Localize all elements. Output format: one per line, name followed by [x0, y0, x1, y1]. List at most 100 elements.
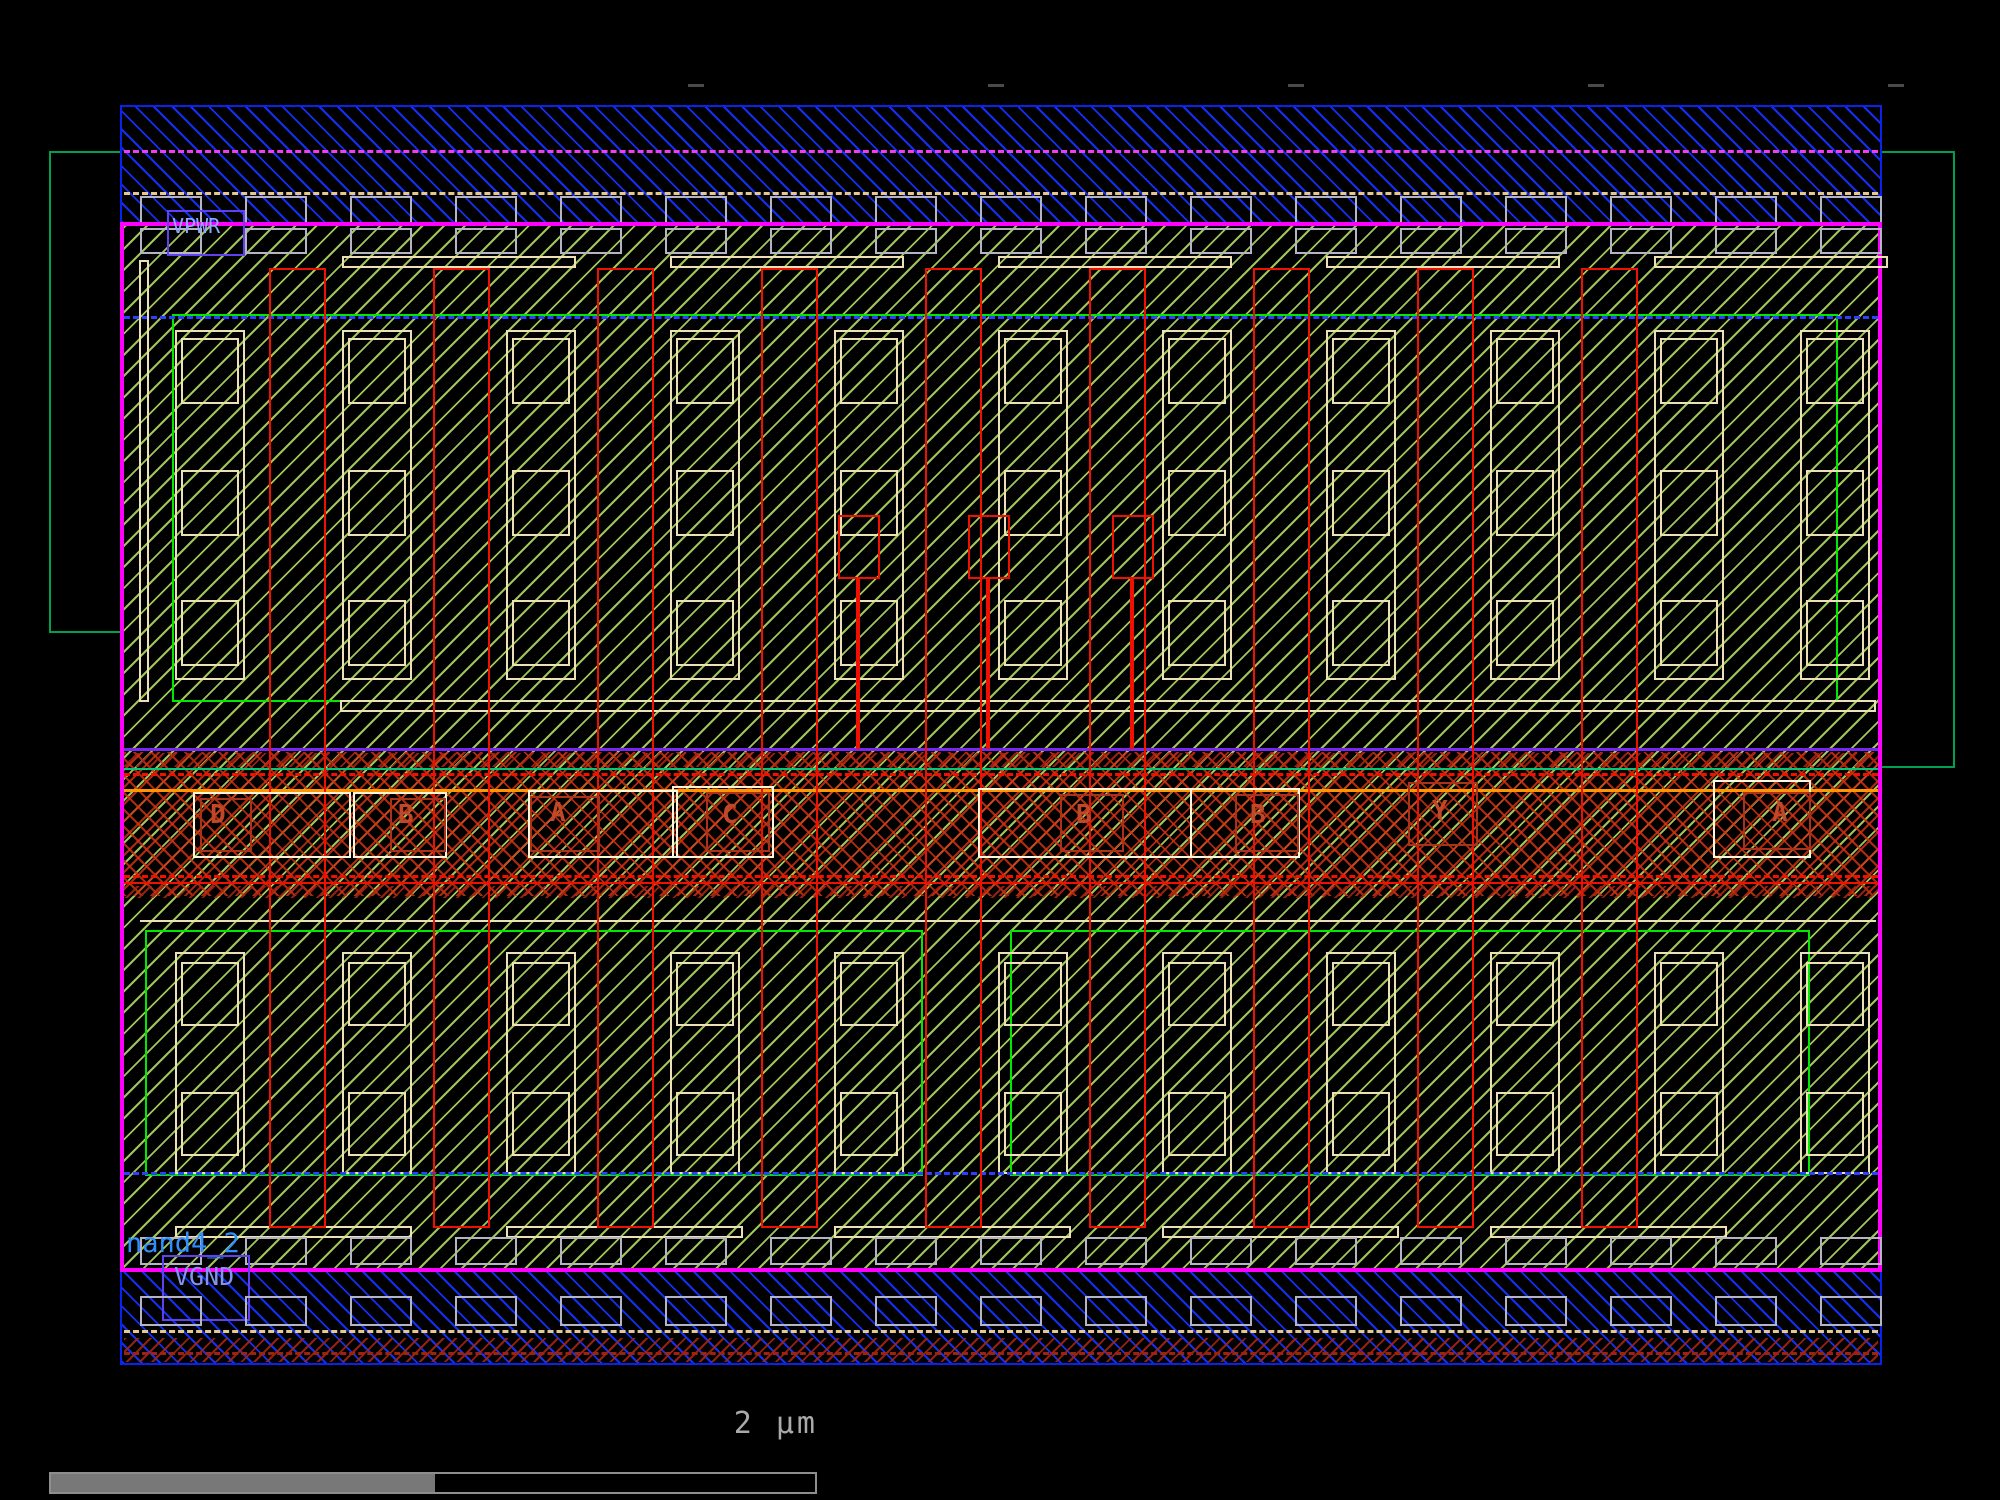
- contact-square-lower: [1660, 1092, 1718, 1156]
- tap-mark: [1112, 515, 1154, 579]
- contact-square-upper: [840, 338, 898, 404]
- poly-gate: [1089, 268, 1146, 1228]
- contact-square-lower: [512, 962, 570, 1026]
- pin-label-B: B: [398, 800, 414, 830]
- rail-dash-tan-top: [124, 192, 1878, 195]
- contact-square-upper: [348, 600, 406, 666]
- pin-box-inner: [1235, 794, 1299, 852]
- contact-row-top: [665, 228, 727, 254]
- tap-mark-stem: [1130, 579, 1134, 749]
- contact-row-top: [1190, 228, 1252, 254]
- contact-row-bottom: [1610, 1237, 1672, 1265]
- poly-gate: [761, 268, 818, 1228]
- contact-row-bottom: [1820, 1237, 1882, 1265]
- contact-row-bottom: [875, 1237, 937, 1265]
- contact-square-upper: [348, 338, 406, 404]
- rail-dash-darkred: [124, 1352, 1878, 1355]
- poly-gate: [597, 268, 654, 1228]
- contact-row-top: [1715, 228, 1777, 254]
- pin-box-inner: [200, 798, 252, 852]
- contact-square-lower: [840, 1092, 898, 1156]
- tap-mark: [838, 515, 880, 579]
- contact-row-bottom: [770, 1237, 832, 1265]
- contact-square-lower: [1496, 962, 1554, 1026]
- contact-square-lower: [348, 962, 406, 1026]
- contact-square-upper: [1660, 338, 1718, 404]
- via-row-bottom: [455, 1296, 517, 1326]
- contact-row-top: [875, 228, 937, 254]
- contact-square-upper: [1806, 338, 1864, 404]
- poly-gate: [1417, 268, 1474, 1228]
- contact-square-upper: [1806, 470, 1864, 536]
- contact-row-bottom: [980, 1237, 1042, 1265]
- poly-gate: [1253, 268, 1310, 1228]
- contact-square-lower: [1806, 962, 1864, 1026]
- via-row-bottom: [1190, 1296, 1252, 1326]
- contact-row-bottom: [455, 1237, 517, 1265]
- contact-square-lower: [1168, 1092, 1226, 1156]
- contact-square-upper: [1496, 600, 1554, 666]
- contact-square-upper: [1660, 470, 1718, 536]
- contact-row-top: [560, 228, 622, 254]
- pin-label-Y: Y: [1432, 796, 1448, 826]
- rail-dash-magenta-top: [124, 150, 1878, 153]
- poly-gate: [269, 268, 326, 1228]
- contact-row-top: [1505, 228, 1567, 254]
- contact-square-upper: [1496, 470, 1554, 536]
- contact-square-lower: [840, 962, 898, 1026]
- pin-label-C: C: [722, 800, 738, 830]
- contact-row-bottom: [1400, 1237, 1462, 1265]
- via-row-bottom: [1715, 1296, 1777, 1326]
- metal-top-bar: [1326, 256, 1560, 268]
- contact-square-upper: [1332, 470, 1390, 536]
- ruler-tick: [1588, 84, 1604, 87]
- contact-row-bottom: [350, 1237, 412, 1265]
- via-row-bottom: [1820, 1296, 1882, 1326]
- contact-square-upper: [676, 338, 734, 404]
- layout-canvas[interactable]: VPWR nand4_2 VGND 2 μm DBACBBYA: [0, 0, 2000, 1500]
- contact-row-bottom: [1190, 1237, 1252, 1265]
- metal-top-bar: [998, 256, 1232, 268]
- via-row-bottom: [350, 1296, 412, 1326]
- contact-square-upper: [1660, 600, 1718, 666]
- contact-square-upper: [181, 600, 239, 666]
- contact-row-bottom: [1085, 1237, 1147, 1265]
- via-row-bottom: [140, 1296, 202, 1326]
- contact-square-lower: [1004, 1092, 1062, 1156]
- contact-square-upper: [512, 470, 570, 536]
- contact-square-upper: [1332, 600, 1390, 666]
- contact-square-upper: [1004, 600, 1062, 666]
- tap-mark-stem: [986, 579, 990, 749]
- ruler-tick: [1288, 84, 1304, 87]
- via-row-bottom: [1505, 1296, 1567, 1326]
- contact-row-top: [1295, 228, 1357, 254]
- contact-square-upper: [512, 338, 570, 404]
- pin-label-D: D: [210, 800, 226, 830]
- contact-square-lower: [676, 962, 734, 1026]
- contact-row-top: [455, 228, 517, 254]
- cell-name-label: nand4_2: [126, 1228, 240, 1259]
- contact-square-upper: [1806, 600, 1864, 666]
- contact-row-top: [1610, 228, 1672, 254]
- contact-row-top: [350, 228, 412, 254]
- contact-square-lower: [1332, 1092, 1390, 1156]
- poly-gate: [1581, 268, 1638, 1228]
- tap-mark: [968, 515, 1010, 579]
- contact-row-top: [1085, 228, 1147, 254]
- contact-square-upper: [676, 600, 734, 666]
- rail-dash-tan-bottom: [124, 1330, 1878, 1333]
- contact-square-upper: [676, 470, 734, 536]
- metal-top-bar: [1654, 256, 1888, 268]
- via-row-bottom: [1400, 1296, 1462, 1326]
- contact-square-upper: [1004, 470, 1062, 536]
- contact-square-lower: [1332, 962, 1390, 1026]
- tap-mark-stem: [856, 579, 860, 749]
- contact-square-upper: [1496, 338, 1554, 404]
- contact-square-lower: [348, 1092, 406, 1156]
- via-row-bottom: [875, 1296, 937, 1326]
- contact-square-upper: [840, 600, 898, 666]
- pin-label-A: A: [1772, 798, 1788, 828]
- metal-top-bar: [342, 256, 576, 268]
- ruler-tick: [688, 84, 704, 87]
- contact-square-lower: [1660, 962, 1718, 1026]
